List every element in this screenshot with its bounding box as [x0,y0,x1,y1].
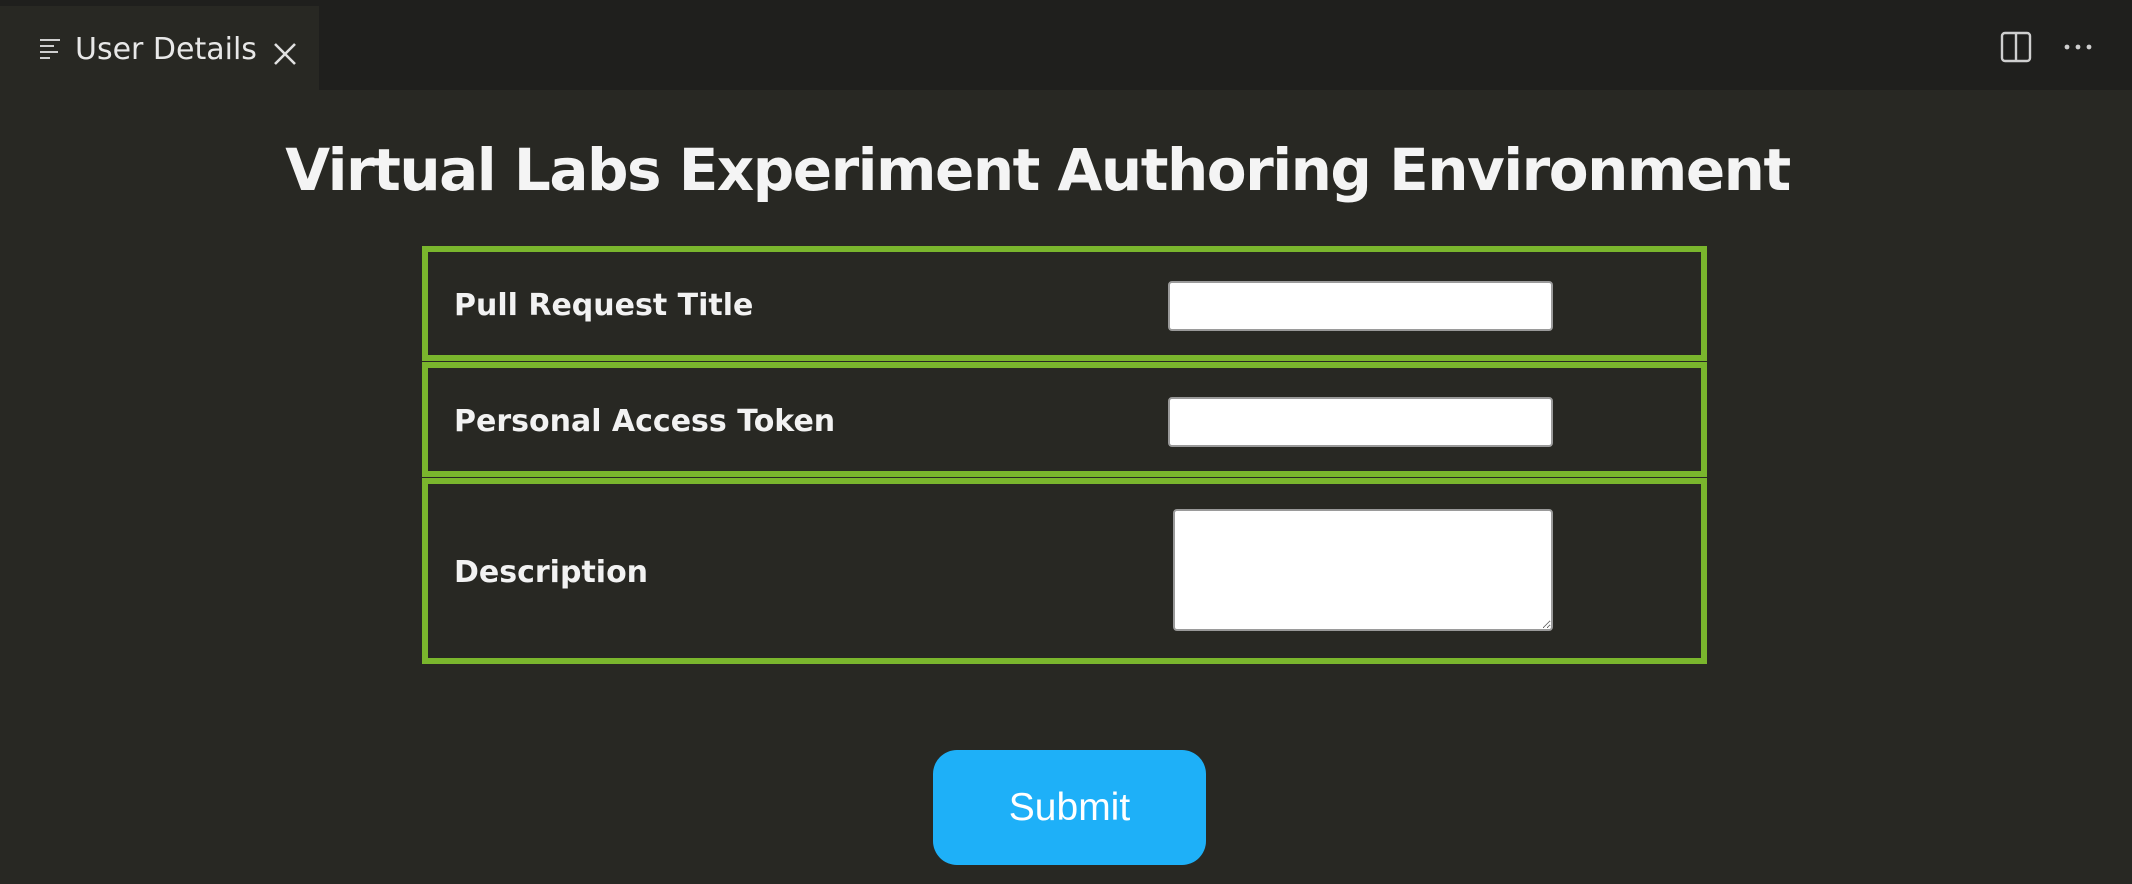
personal-access-token-input[interactable] [1168,397,1553,447]
split-editor-icon[interactable] [2000,31,2032,63]
page-title: Virtual Labs Experiment Authoring Enviro… [285,136,1791,204]
more-actions-icon[interactable] [2062,31,2094,63]
form-row-personal-access-token: Personal Access Token [422,362,1707,477]
tab-user-details[interactable]: User Details [0,6,319,90]
description-label: Description [454,555,649,590]
close-icon[interactable] [272,41,298,67]
description-textarea[interactable] [1173,509,1553,631]
pull-request-title-label: Pull Request Title [454,288,754,323]
personal-access-token-label: Personal Access Token [454,404,836,439]
form-row-description: Description [422,478,1707,664]
list-icon [40,39,60,59]
form-row-pull-request-title: Pull Request Title [422,246,1707,361]
tab-label: User Details [75,32,257,67]
pull-request-title-input[interactable] [1168,281,1553,331]
submit-button[interactable]: Submit [933,750,1206,865]
tab-bar: User Details [0,0,2132,90]
